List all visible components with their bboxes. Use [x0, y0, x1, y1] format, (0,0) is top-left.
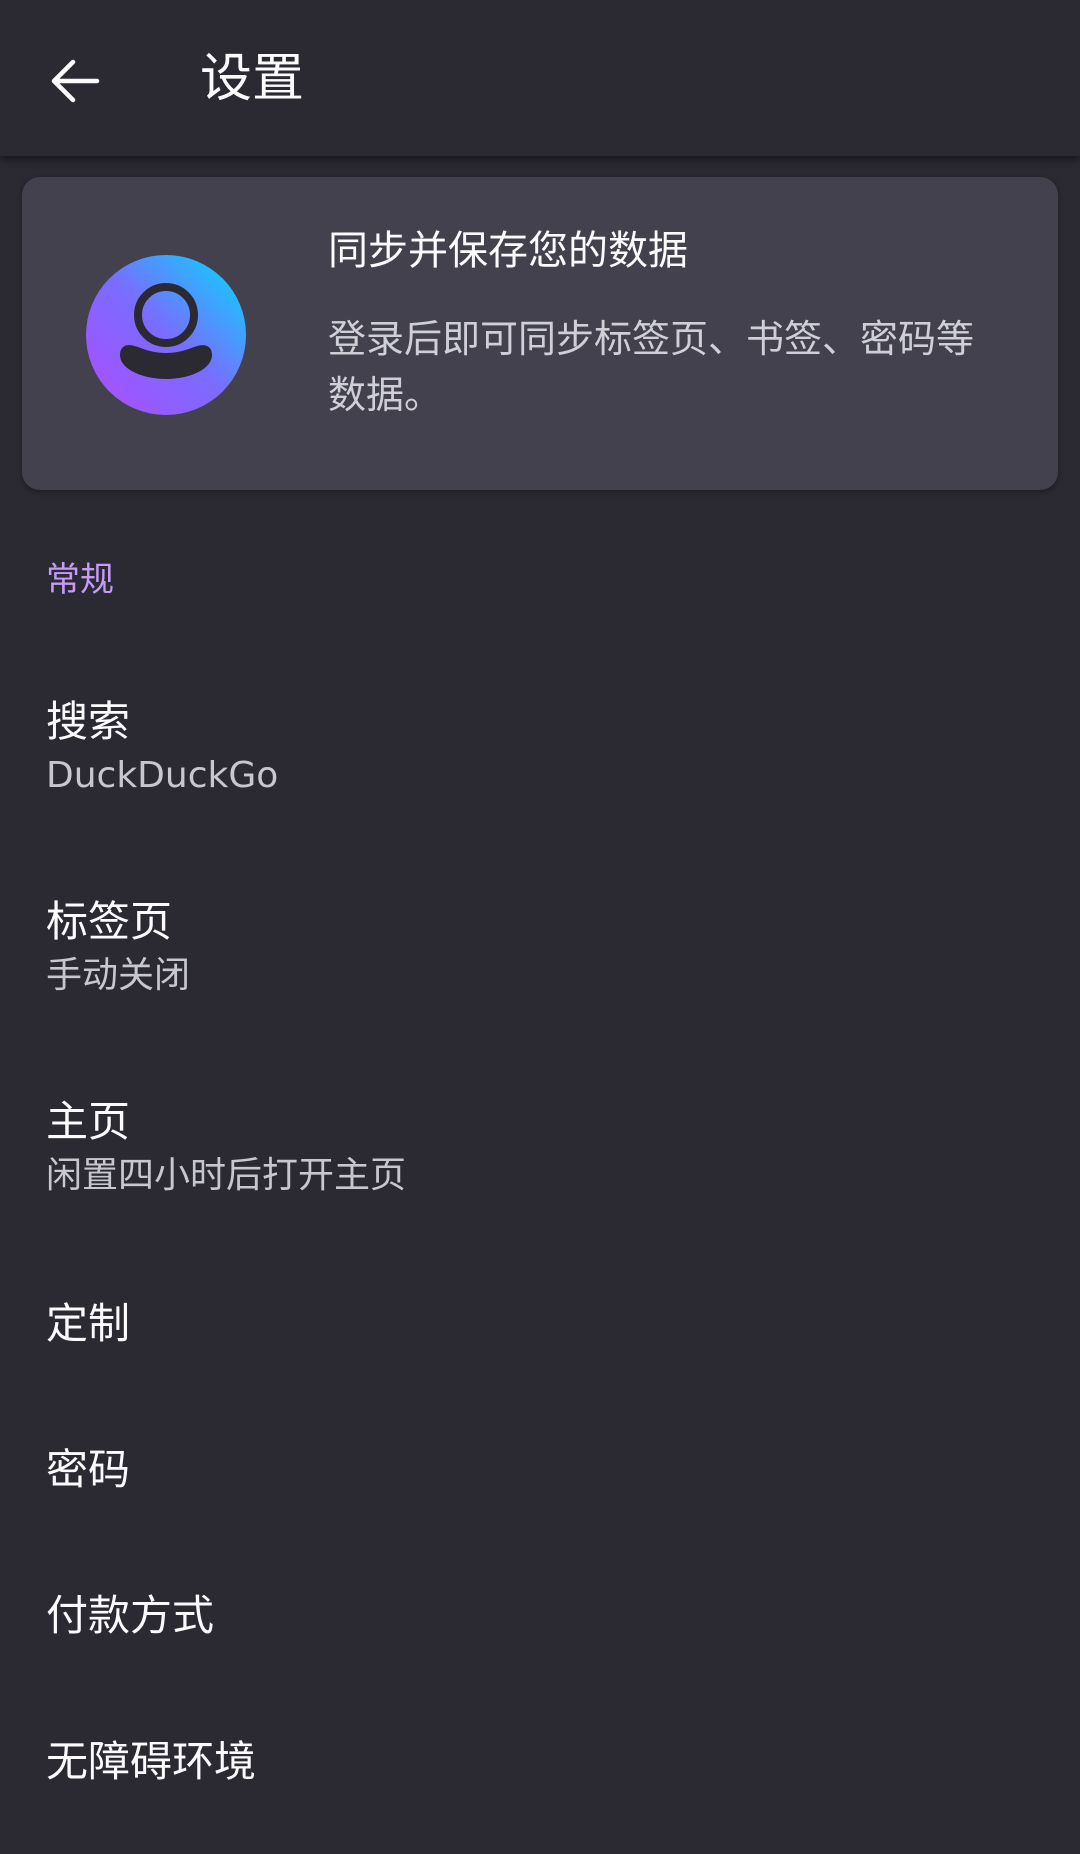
pref-item-search[interactable]: 搜索 DuckDuckGo: [0, 680, 1080, 830]
sign-in-title: 同步并保存您的数据: [328, 228, 688, 274]
account-avatar-icon: [86, 255, 246, 415]
pref-item-tabs[interactable]: 标签页 手动关闭: [0, 880, 1080, 1030]
pref-title: 主页: [46, 1097, 131, 1146]
pref-item-payment-methods[interactable]: 付款方式: [0, 1572, 1080, 1692]
sign-in-card[interactable]: 同步并保存您的数据 登录后即可同步标签页、书签、密码等数据。: [22, 177, 1058, 490]
pref-item-passwords[interactable]: 密码: [0, 1426, 1080, 1546]
app-bar: 设置: [0, 0, 1080, 156]
pref-summary: 手动关闭: [46, 955, 191, 996]
pref-title: 无障碍环境: [46, 1737, 257, 1786]
pref-title: 标签页: [46, 897, 173, 946]
pref-summary: 闲置四小时后打开主页: [46, 1155, 407, 1196]
page-title: 设置: [200, 49, 305, 109]
arrow-left-icon: [51, 59, 100, 103]
pref-item-customize[interactable]: 定制: [0, 1280, 1080, 1400]
pref-title: 付款方式: [46, 1591, 215, 1640]
pref-title: 密码: [46, 1445, 131, 1494]
pref-title: 搜索: [46, 697, 131, 746]
pref-item-homepage[interactable]: 主页 闲置四小时后打开主页: [0, 1080, 1080, 1230]
section-header-general: 常规: [46, 560, 114, 600]
settings-screen: 设置 同步并保存您的数据 登录后即可同步标签页、书签、密码等数据。 常规 搜索 …: [0, 0, 1080, 1854]
sign-in-description: 登录后即可同步标签页、书签、密码等数据。: [328, 317, 975, 417]
back-button[interactable]: [30, 36, 120, 126]
pref-summary: DuckDuckGo: [46, 755, 279, 796]
pref-title: 定制: [46, 1299, 131, 1348]
pref-item-accessibility[interactable]: 无障碍环境: [0, 1718, 1080, 1838]
